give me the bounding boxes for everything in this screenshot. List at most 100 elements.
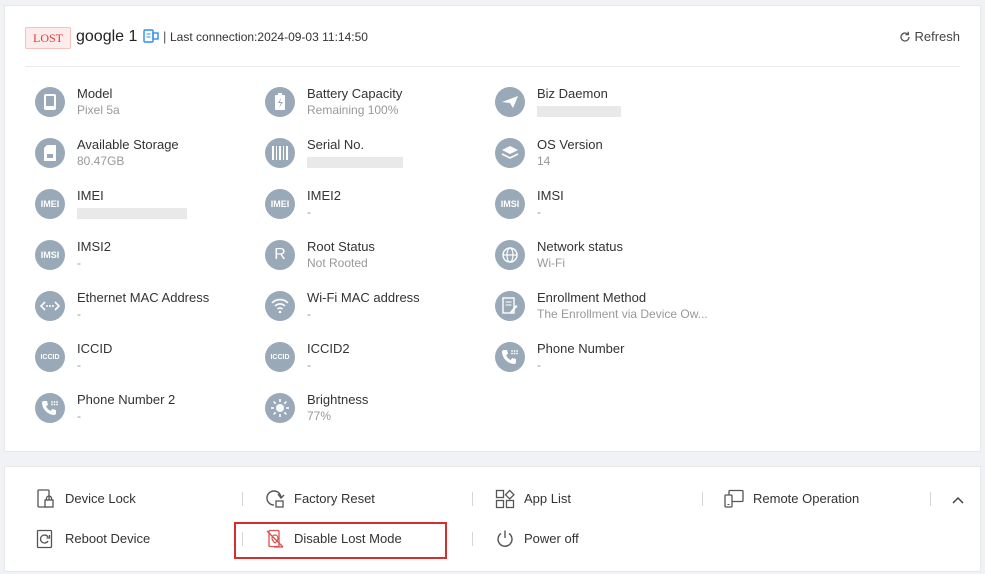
wifi-icon: [265, 291, 295, 321]
info-label: Root Status: [307, 239, 375, 254]
info-ethernet-mac: Ethernet MAC Address -: [35, 290, 265, 331]
power-icon: [497, 530, 513, 547]
phone-icon: [35, 87, 65, 117]
info-value: 77%: [307, 409, 332, 423]
info-value: -: [307, 358, 311, 372]
info-serial: Serial No.: [265, 137, 495, 178]
info-battery: Battery Capacity Remaining 100%: [265, 86, 495, 127]
device-actions-card: Device Lock Factory Reset App List Remot…: [4, 466, 981, 572]
info-value: -: [307, 307, 311, 321]
battery-icon: [265, 87, 295, 117]
document-edit-icon: [495, 291, 525, 321]
iccid2-icon: ICCID: [265, 342, 295, 372]
info-value: -: [77, 409, 81, 423]
info-label: OS Version: [537, 137, 603, 152]
info-brightness: Brightness 77%: [265, 392, 495, 433]
info-value-redacted: [77, 204, 187, 220]
action-label: Power off: [524, 531, 579, 546]
info-value: Remaining 100%: [307, 103, 399, 117]
globe-icon: [495, 240, 525, 270]
info-value: -: [537, 205, 541, 219]
info-value: Pixel 5a: [77, 103, 120, 117]
action-label: Reboot Device: [65, 531, 151, 546]
info-imei: IMEI IMEI: [35, 188, 265, 229]
info-value: -: [537, 358, 541, 372]
ethernet-icon: [35, 291, 65, 321]
info-storage: Available Storage 80.47GB: [35, 137, 265, 178]
info-value: 14: [537, 154, 551, 168]
factory-reset-icon: [266, 490, 285, 508]
action-label: Device Lock: [65, 491, 136, 506]
sd-card-icon: [35, 138, 65, 168]
info-model: Model Pixel 5a: [35, 86, 265, 127]
info-imei2: IMEI IMEI2 -: [265, 188, 495, 229]
info-root-status: R Root Status Not Rooted: [265, 239, 495, 280]
info-label: IMEI: [77, 188, 104, 203]
info-label: Phone Number: [537, 341, 625, 356]
layers-icon: [495, 138, 525, 168]
info-label: IMSI2: [77, 239, 111, 254]
reboot-icon: [36, 529, 53, 549]
info-label: IMEI2: [307, 188, 341, 203]
info-value: 80.47GB: [77, 154, 125, 168]
info-label: Battery Capacity: [307, 86, 403, 101]
info-value-redacted: [307, 153, 403, 169]
info-label: ICCID: [77, 341, 113, 356]
info-label: Network status: [537, 239, 623, 254]
info-label: Wi-Fi MAC address: [307, 290, 420, 305]
info-label: Model: [77, 86, 113, 101]
info-value: The Enrollment via Device Ow...: [537, 307, 708, 321]
info-network: Network status Wi-Fi: [495, 239, 725, 280]
device-lock-icon: [37, 489, 54, 508]
action-label: Remote Operation: [753, 491, 860, 506]
app-list-icon: [495, 489, 515, 509]
info-wifi-mac: Wi-Fi MAC address -: [265, 290, 495, 331]
info-value: Not Rooted: [307, 256, 368, 270]
info-imsi: IMSI IMSI -: [495, 188, 725, 229]
action-divider: [930, 492, 931, 506]
action-label: Factory Reset: [294, 491, 375, 506]
send-icon: [495, 87, 525, 117]
info-label: Enrollment Method: [537, 290, 647, 305]
header-separator: |: [163, 29, 167, 44]
device-type-icon: [143, 28, 159, 49]
action-label: App List: [524, 491, 571, 506]
dialpad-icon: [495, 342, 525, 372]
info-imsi2: IMSI IMSI2 -: [35, 239, 265, 280]
info-label: Brightness: [307, 392, 369, 407]
barcode-icon: [265, 138, 295, 168]
info-label: Serial No.: [307, 137, 365, 152]
imei-icon: IMEI: [35, 189, 65, 219]
info-label: Available Storage: [77, 137, 179, 152]
sun-icon: [265, 393, 295, 423]
info-label: IMSI: [537, 188, 564, 203]
info-label: Phone Number 2: [77, 392, 176, 407]
action-divider: [472, 492, 473, 506]
device-header: LOST google 1 | Last connection:2024-09-…: [25, 6, 960, 67]
imei2-icon: IMEI: [265, 189, 295, 219]
device-info-card: LOST google 1 | Last connection:2024-09-…: [4, 5, 981, 452]
device-name: google 1: [76, 28, 138, 45]
info-os-version: OS Version 14: [495, 137, 725, 178]
info-value: -: [77, 307, 81, 321]
action-divider: [242, 492, 243, 506]
iccid-icon: ICCID: [35, 342, 65, 372]
remote-operation-icon: [724, 489, 744, 508]
selection-highlight: [234, 522, 447, 559]
chevron-up-icon[interactable]: [948, 490, 968, 510]
info-phone-number: Phone Number -: [495, 341, 725, 382]
action-divider: [702, 492, 703, 506]
refresh-button[interactable]: Refresh: [899, 28, 960, 46]
info-iccid2: ICCID ICCID2 -: [265, 341, 495, 382]
info-value: -: [77, 358, 81, 372]
info-value: Wi-Fi: [537, 256, 565, 270]
dialpad2-icon: [35, 393, 65, 423]
info-label: ICCID2: [307, 341, 350, 356]
info-value: -: [77, 256, 81, 270]
last-connection: Last connection:2024-09-03 11:14:50: [170, 30, 368, 44]
info-value-redacted: [537, 102, 621, 118]
info-iccid: ICCID ICCID -: [35, 341, 265, 382]
info-enrollment: Enrollment Method The Enrollment via Dev…: [495, 290, 725, 331]
imsi-icon: IMSI: [495, 189, 525, 219]
refresh-label: Refresh: [914, 29, 960, 44]
